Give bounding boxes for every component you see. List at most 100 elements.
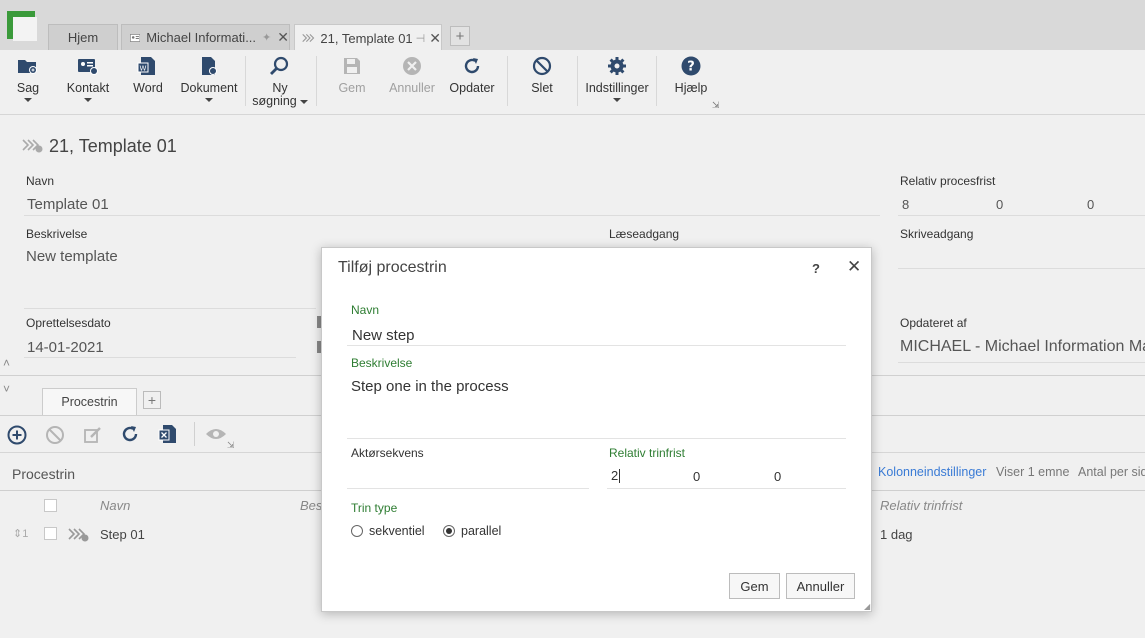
navn-field[interactable]: Template 01 xyxy=(27,196,109,213)
resize-handle-icon[interactable]: ◢ xyxy=(864,602,870,611)
plus-icon: + xyxy=(455,27,465,45)
dialog-close-icon[interactable]: ✕ xyxy=(847,257,861,277)
relativ-minutes-field[interactable]: 0 xyxy=(1087,197,1094,212)
process-template-icon xyxy=(302,33,315,43)
col-header-relativ-trinfrist[interactable]: Relativ trinfrist xyxy=(880,498,962,513)
laeseadgang-label: Læseadgang xyxy=(609,227,680,241)
skriveadgang-label: Skriveadgang xyxy=(900,227,974,241)
plus-icon: + xyxy=(147,392,157,408)
radio-parallel[interactable] xyxy=(443,525,455,537)
tab-hjem[interactable]: Hjem xyxy=(48,24,118,50)
subtab-procestrin[interactable]: Procestrin xyxy=(42,388,137,415)
oprettelsesdato-label: Oprettelsesdato xyxy=(26,316,111,330)
annuller-button[interactable]: Annuller xyxy=(386,56,438,95)
gear-icon xyxy=(608,57,626,75)
col-header-navn[interactable]: Navn xyxy=(100,498,130,513)
dokument-button[interactable]: Dokument xyxy=(178,56,240,102)
dialog-beskrivelse-label: Beskrivelse xyxy=(351,356,413,370)
opdateret-label: Opdateret af xyxy=(900,316,967,330)
slet-button[interactable]: Slet xyxy=(522,56,562,95)
per-page-label: Antal per sid xyxy=(1078,465,1145,479)
refresh-icon xyxy=(464,58,480,74)
toolbar-separator xyxy=(577,56,578,106)
dialog-gem-button[interactable]: Gem xyxy=(729,573,780,599)
item-count: Viser 1 emne xyxy=(996,465,1070,479)
refresh-icon[interactable] xyxy=(120,424,140,444)
delete-icon xyxy=(532,56,552,76)
sag-button[interactable]: Sag xyxy=(8,56,48,102)
toolbar-separator xyxy=(245,56,246,106)
row-checkbox[interactable] xyxy=(44,527,57,540)
toolbar-separator xyxy=(507,56,508,106)
indstillinger-button[interactable]: Indstillinger xyxy=(584,56,650,102)
toolbar-separator xyxy=(656,56,657,106)
collapse-up-icon[interactable]: ˄ xyxy=(3,356,10,370)
ribbon-toolbar: Sag Kontakt W Word Dokument Ny søgning G… xyxy=(0,50,1145,115)
cancel-icon xyxy=(403,57,421,75)
close-tab-icon[interactable]: ✕ xyxy=(429,30,441,47)
dialog-navn-input[interactable]: New step xyxy=(352,327,415,344)
tab-bar: Hjem Michael Informati... ✦ ✕ 21, Templa… xyxy=(0,0,1145,51)
edit-icon[interactable] xyxy=(83,425,103,445)
pin-icon[interactable]: ⊣ xyxy=(416,32,426,45)
add-circle-icon[interactable] xyxy=(7,425,27,445)
dialog-beskrivelse-textarea[interactable]: Step one in the process xyxy=(351,378,509,395)
tilfoej-procestrin-dialog: Tilføj procestrin ? ✕ Navn New step Besk… xyxy=(321,247,872,612)
grid-expand-icon[interactable]: ⇲ xyxy=(227,440,235,451)
radio-parallel-label[interactable]: parallel xyxy=(461,524,501,538)
beskrivelse-field[interactable]: New template xyxy=(26,248,118,265)
process-step-icon xyxy=(68,528,89,542)
row-sort-handle[interactable]: ⇕1 xyxy=(13,527,28,540)
dialog-aktoersekvens-label: Aktørsekvens xyxy=(351,446,424,460)
opdateret-field: MICHAEL - Michael Information Man xyxy=(900,338,1145,355)
kontakt-button[interactable]: Kontakt xyxy=(64,56,112,102)
radio-sekventiel-label[interactable]: sekventiel xyxy=(369,524,425,538)
dialog-relativ-hours-input[interactable]: 0 xyxy=(693,469,700,484)
svg-text:?: ? xyxy=(687,60,695,75)
dialog-title: Tilføj procestrin xyxy=(338,259,447,276)
oprettelsesdato-field: 14-01-2021 xyxy=(27,339,104,356)
close-tab-icon[interactable]: ✕ xyxy=(277,29,289,46)
help-icon: ? xyxy=(681,56,701,76)
eye-icon[interactable] xyxy=(205,427,227,441)
ribbon-expand-icon[interactable]: ⇲ xyxy=(712,100,720,111)
relativ-days-field[interactable]: 8 xyxy=(902,197,909,212)
dialog-help-button[interactable]: ? xyxy=(812,261,820,276)
document-add-icon xyxy=(202,57,217,75)
disable-icon[interactable] xyxy=(45,425,65,445)
dialog-aktoersekvens-field[interactable] xyxy=(347,460,589,488)
save-icon xyxy=(344,58,360,74)
dialog-navn-label: Navn xyxy=(351,303,380,317)
tab-michael-information[interactable]: Michael Informati... ✦ ✕ xyxy=(121,24,290,50)
gem-button[interactable]: Gem xyxy=(330,56,374,95)
svg-text:W: W xyxy=(140,65,147,73)
tab-template-01[interactable]: 21, Template 01 ⊣ ✕ xyxy=(294,24,442,51)
relativ-procesfrist-label: Relativ procesfrist xyxy=(900,174,996,188)
table-row-name[interactable]: Step 01 xyxy=(100,527,145,542)
collapse-down-icon[interactable]: ˅ xyxy=(3,382,10,396)
contact-card-icon xyxy=(130,33,141,42)
select-all-checkbox[interactable] xyxy=(44,499,57,512)
relativ-hours-field[interactable]: 0 xyxy=(996,197,1003,212)
radio-sekventiel[interactable] xyxy=(351,525,363,537)
ny-soegning-button[interactable]: Ny søgning xyxy=(251,56,309,108)
dialog-relativ-trinfrist-label: Relativ trinfrist xyxy=(609,446,686,460)
add-tab-button[interactable]: + xyxy=(450,26,470,46)
grid-title: Procestrin xyxy=(12,466,76,482)
beskrivelse-label: Beskrivelse xyxy=(26,227,88,241)
opdater-button[interactable]: Opdater xyxy=(446,56,498,95)
add-subtab-button[interactable]: + xyxy=(143,391,161,409)
hjaelp-button[interactable]: ? Hjælp xyxy=(670,56,712,95)
dialog-annuller-button[interactable]: Annuller xyxy=(786,573,855,599)
search-add-icon xyxy=(270,56,289,75)
word-document-icon: W xyxy=(137,57,155,75)
dialog-relativ-minutes-input[interactable]: 0 xyxy=(774,469,781,484)
toolbar-separator xyxy=(316,56,317,106)
contact-add-icon xyxy=(78,59,98,75)
pin-icon[interactable]: ✦ xyxy=(262,31,271,44)
dialog-relativ-days-input[interactable]: 2 xyxy=(611,469,621,483)
excel-export-icon[interactable] xyxy=(158,424,178,444)
kolonneindstillinger-link[interactable]: Kolonneindstillinger xyxy=(878,465,986,479)
word-button[interactable]: W Word xyxy=(128,56,168,95)
navn-label: Navn xyxy=(26,174,55,188)
